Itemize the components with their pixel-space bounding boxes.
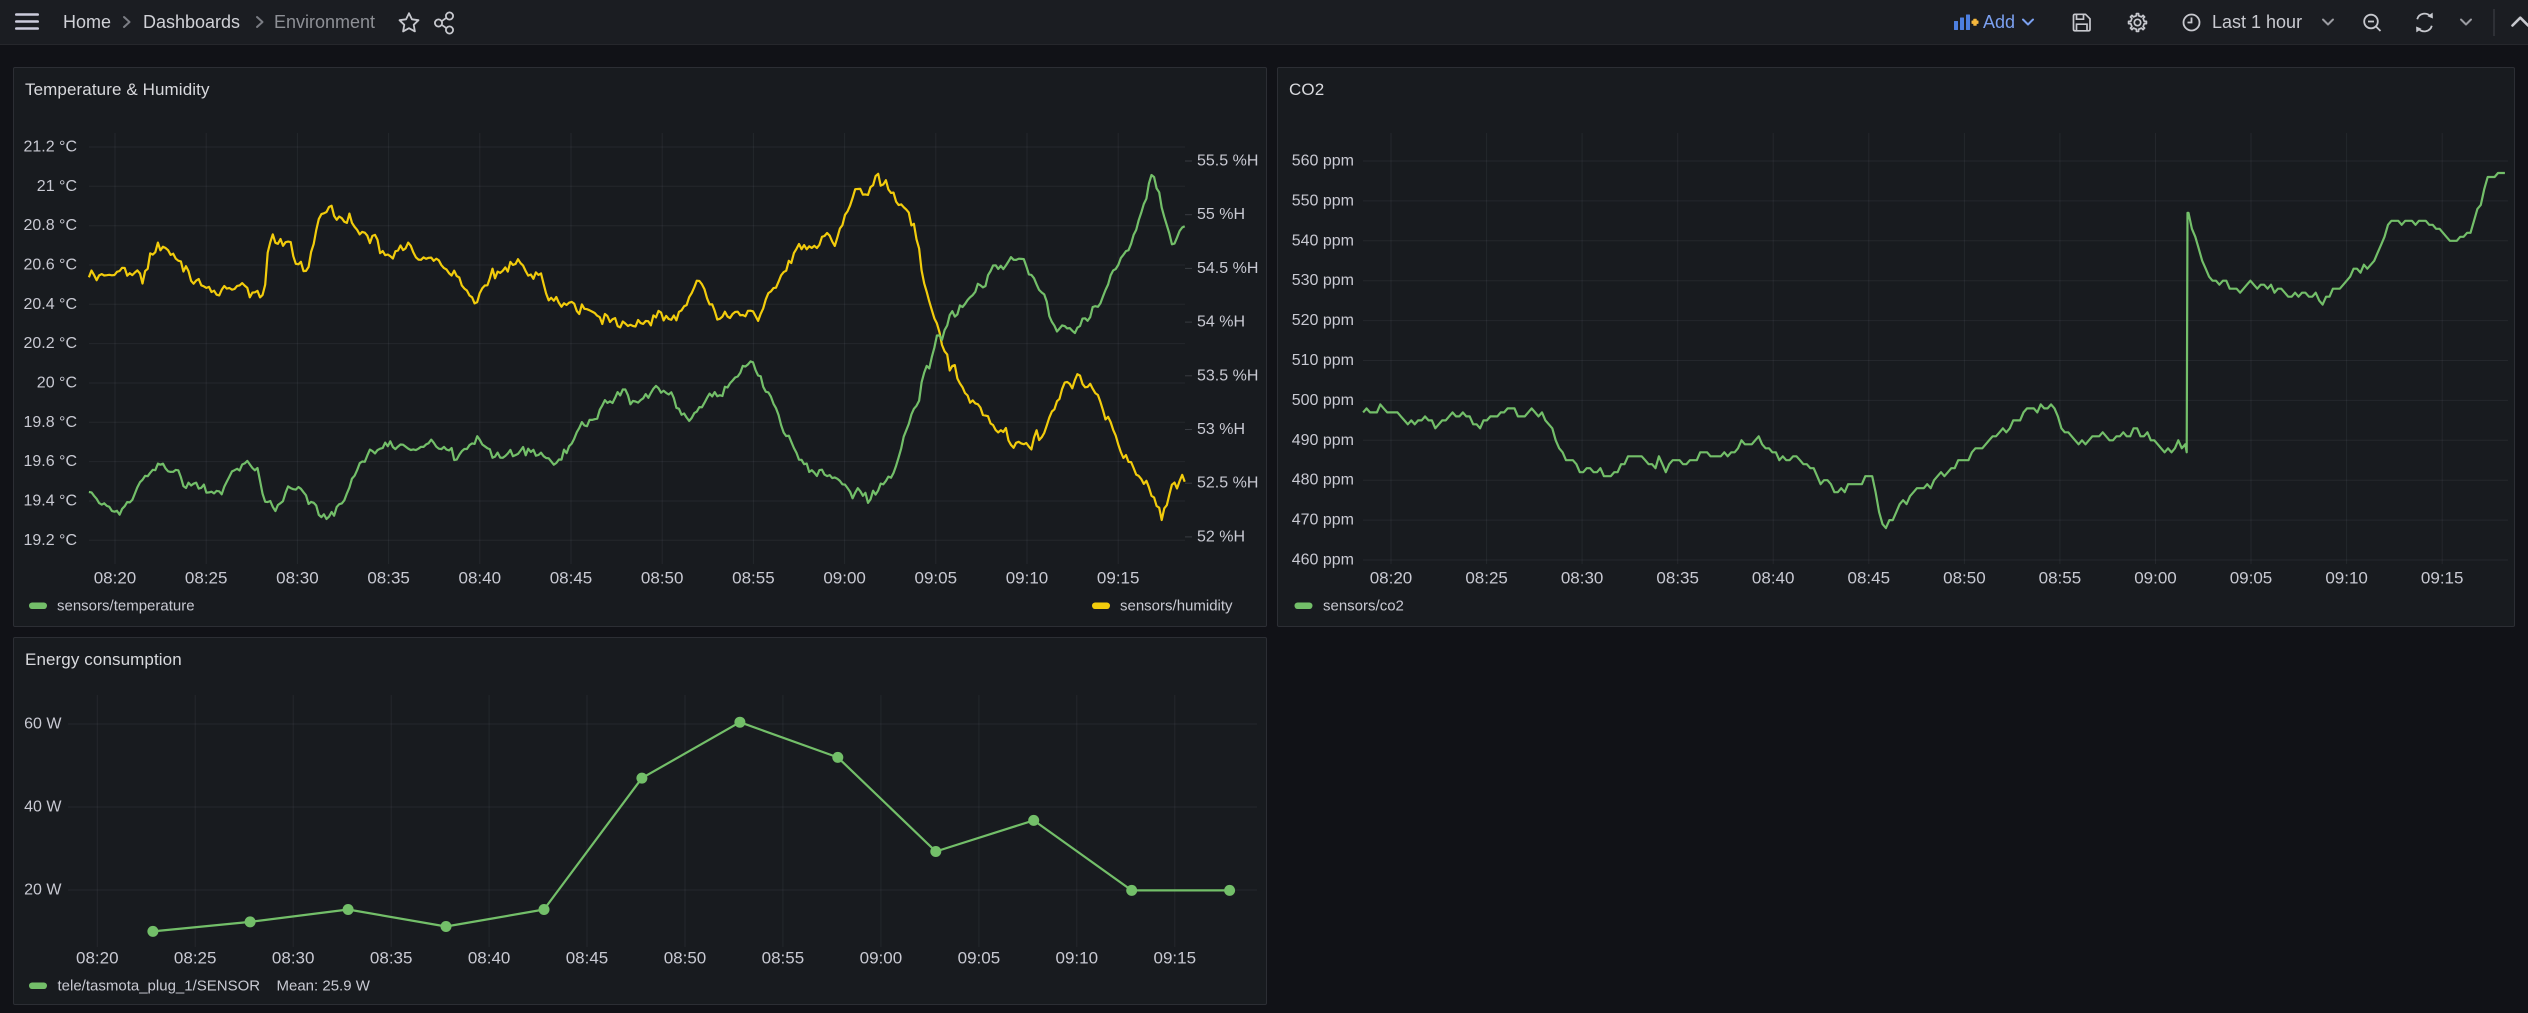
svg-text:08:50: 08:50 (1943, 569, 1986, 588)
svg-text:19.2 °C: 19.2 °C (23, 532, 77, 549)
svg-text:510 ppm: 510 ppm (1292, 352, 1354, 369)
svg-text:sensors/co2: sensors/co2 (1323, 598, 1404, 615)
svg-text:520 ppm: 520 ppm (1292, 312, 1354, 329)
svg-text:09:05: 09:05 (958, 949, 1001, 968)
svg-text:08:40: 08:40 (1752, 569, 1795, 588)
svg-text:20 W: 20 W (24, 882, 62, 899)
svg-text:20.4 °C: 20.4 °C (23, 296, 77, 313)
svg-text:540 ppm: 540 ppm (1292, 232, 1354, 249)
svg-text:470 ppm: 470 ppm (1292, 512, 1354, 529)
svg-text:60 W: 60 W (24, 716, 62, 733)
svg-text:09:00: 09:00 (2134, 569, 2177, 588)
svg-text:19.8 °C: 19.8 °C (23, 414, 77, 431)
svg-text:sensors/temperature: sensors/temperature (57, 598, 195, 615)
svg-text:52 %H: 52 %H (1197, 528, 1245, 545)
svg-text:19.6 °C: 19.6 °C (23, 453, 77, 470)
svg-text:08:45: 08:45 (566, 949, 609, 968)
svg-text:550 ppm: 550 ppm (1292, 192, 1354, 209)
svg-text:500 ppm: 500 ppm (1292, 392, 1354, 409)
svg-text:08:25: 08:25 (174, 949, 217, 968)
svg-text:09:10: 09:10 (1006, 569, 1049, 588)
svg-text:20.8 °C: 20.8 °C (23, 217, 77, 234)
svg-text:08:45: 08:45 (1848, 569, 1891, 588)
svg-text:53.5 %H: 53.5 %H (1197, 367, 1258, 384)
svg-text:09:05: 09:05 (915, 569, 958, 588)
svg-text:08:20: 08:20 (1370, 569, 1413, 588)
svg-text:20 °C: 20 °C (37, 375, 77, 392)
svg-text:sensors/humidity: sensors/humidity (1120, 598, 1233, 615)
svg-text:560 ppm: 560 ppm (1292, 153, 1354, 170)
svg-text:08:55: 08:55 (2039, 569, 2082, 588)
svg-text:19.4 °C: 19.4 °C (23, 493, 77, 510)
svg-text:08:20: 08:20 (94, 569, 137, 588)
svg-text:530 ppm: 530 ppm (1292, 272, 1354, 289)
svg-text:55.5 %H: 55.5 %H (1197, 153, 1258, 170)
svg-text:20.2 °C: 20.2 °C (23, 335, 77, 352)
svg-text:09:10: 09:10 (1056, 949, 1099, 968)
svg-text:09:15: 09:15 (2421, 569, 2464, 588)
svg-text:09:00: 09:00 (860, 949, 903, 968)
svg-text:460 ppm: 460 ppm (1292, 552, 1354, 569)
svg-text:08:35: 08:35 (1656, 569, 1699, 588)
svg-text:08:55: 08:55 (732, 569, 775, 588)
svg-text:40 W: 40 W (24, 799, 62, 816)
svg-text:09:15: 09:15 (1154, 949, 1197, 968)
svg-text:54.5 %H: 54.5 %H (1197, 260, 1258, 277)
svg-text:08:50: 08:50 (641, 569, 684, 588)
svg-text:21 °C: 21 °C (37, 178, 77, 195)
svg-text:08:40: 08:40 (468, 949, 511, 968)
svg-text:09:00: 09:00 (823, 569, 866, 588)
svg-text:08:40: 08:40 (459, 569, 502, 588)
svg-text:53 %H: 53 %H (1197, 421, 1245, 438)
svg-text:08:45: 08:45 (550, 569, 593, 588)
svg-text:480 ppm: 480 ppm (1292, 472, 1354, 489)
svg-text:20.6 °C: 20.6 °C (23, 257, 77, 274)
svg-text:21.2 °C: 21.2 °C (23, 139, 77, 156)
svg-text:55 %H: 55 %H (1197, 206, 1245, 223)
svg-text:09:10: 09:10 (2325, 569, 2368, 588)
svg-text:52.5 %H: 52.5 %H (1197, 475, 1258, 492)
svg-text:490 ppm: 490 ppm (1292, 432, 1354, 449)
svg-text:08:30: 08:30 (1561, 569, 1604, 588)
svg-text:Mean: 25.9 W: Mean: 25.9 W (277, 978, 371, 995)
svg-text:54 %H: 54 %H (1197, 314, 1245, 331)
svg-text:08:25: 08:25 (185, 569, 228, 588)
svg-text:08:20: 08:20 (76, 949, 119, 968)
svg-text:tele/tasmota_plug_1/SENSOR: tele/tasmota_plug_1/SENSOR (58, 978, 261, 995)
svg-text:08:30: 08:30 (272, 949, 315, 968)
svg-text:08:35: 08:35 (367, 569, 410, 588)
svg-text:08:25: 08:25 (1465, 569, 1508, 588)
svg-text:08:50: 08:50 (664, 949, 707, 968)
svg-text:09:15: 09:15 (1097, 569, 1140, 588)
svg-text:09:05: 09:05 (2230, 569, 2273, 588)
svg-text:08:55: 08:55 (762, 949, 805, 968)
svg-text:08:35: 08:35 (370, 949, 413, 968)
svg-text:08:30: 08:30 (276, 569, 319, 588)
